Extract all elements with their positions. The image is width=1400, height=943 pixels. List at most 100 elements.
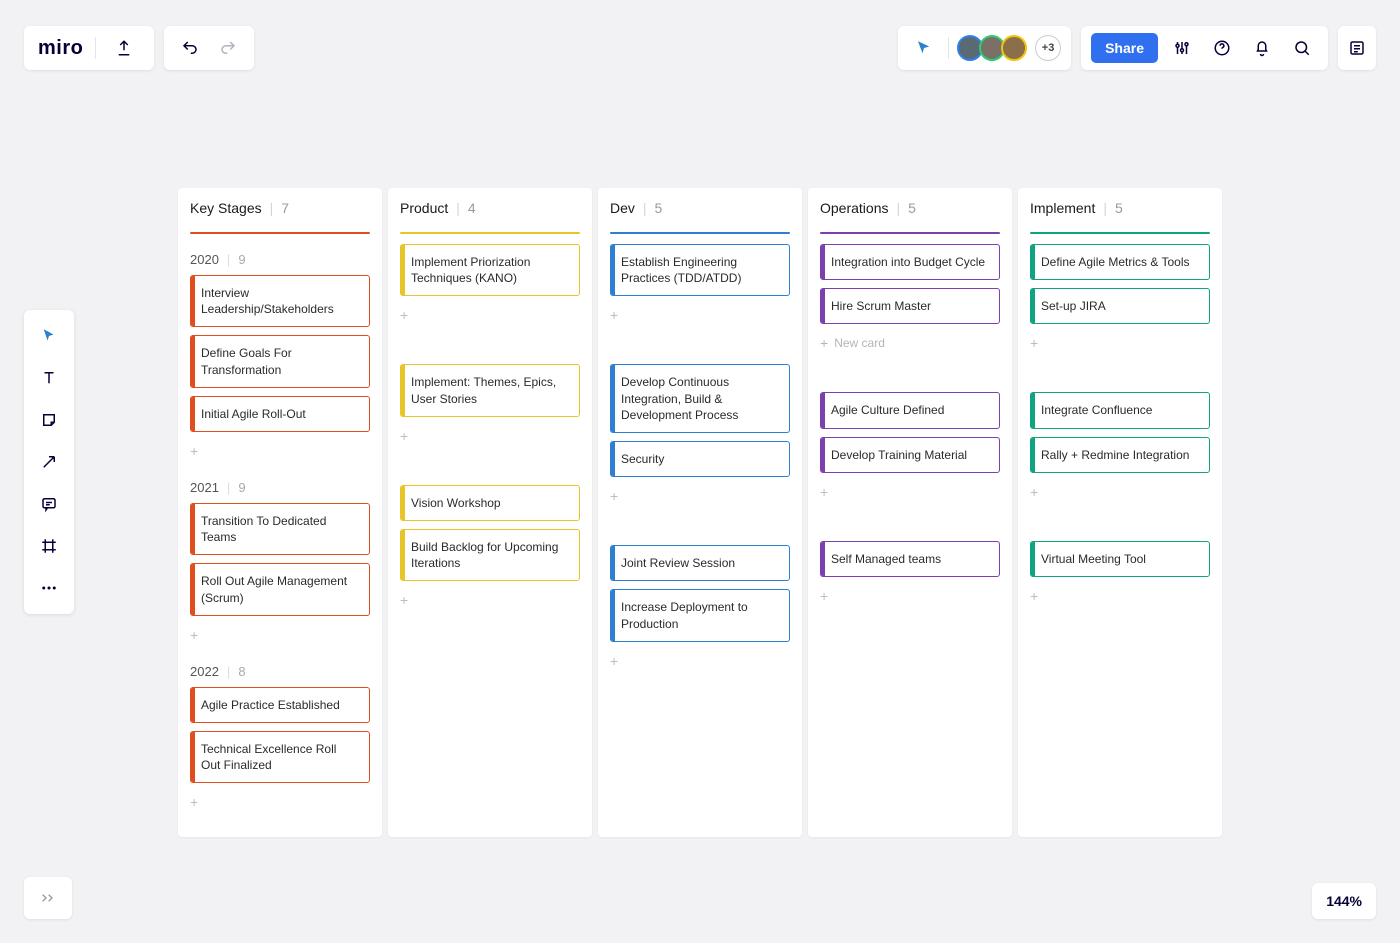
comment-tool-icon[interactable] (28, 486, 70, 522)
arrow-tool-icon[interactable] (28, 444, 70, 480)
share-button[interactable]: Share (1091, 33, 1158, 63)
plus-icon: + (610, 654, 618, 668)
top-left-toolbar: miro (24, 26, 254, 70)
column-header[interactable]: Key Stages|7 (190, 200, 370, 224)
notes-panel-toggle[interactable] (1338, 26, 1376, 70)
redo-icon[interactable] (212, 32, 244, 64)
export-icon[interactable] (108, 32, 140, 64)
add-card-button[interactable]: + (400, 425, 580, 447)
more-users-badge[interactable]: +3 (1035, 35, 1061, 61)
text-tool-icon[interactable] (28, 360, 70, 396)
kanban-card[interactable]: Security (610, 441, 790, 477)
kanban-card[interactable]: Interview Leadership/Stakeholders (190, 275, 370, 327)
kanban-card[interactable]: Develop Continuous Integration, Build & … (610, 364, 790, 433)
column-header[interactable]: Product|4 (400, 200, 580, 224)
settings-icon[interactable] (1166, 32, 1198, 64)
kanban-card[interactable]: Vision Workshop (400, 485, 580, 521)
add-card-button[interactable]: + (190, 624, 370, 646)
search-icon[interactable] (1286, 32, 1318, 64)
kanban-card[interactable]: Roll Out Agile Management (Scrum) (190, 563, 370, 615)
history-box (164, 26, 254, 70)
add-card-button[interactable]: + (1030, 481, 1210, 503)
column-header[interactable]: Operations|5 (820, 200, 1000, 224)
undo-icon[interactable] (174, 32, 206, 64)
kanban-card[interactable]: Self Managed teams (820, 541, 1000, 577)
cursor-presence-icon[interactable] (908, 32, 940, 64)
top-right-toolbar: +3 Share (898, 26, 1376, 70)
kanban-column: Dev|5 Establish Engineering Practices (TD… (598, 188, 802, 837)
side-toolbar (24, 310, 74, 614)
logo-box: miro (24, 26, 154, 70)
add-card-button[interactable]: + (400, 304, 580, 326)
add-card-button[interactable]: + (190, 440, 370, 462)
column-count: 4 (468, 200, 476, 216)
column-underline (820, 232, 1000, 234)
actions-box: Share (1081, 26, 1328, 70)
column-underline (400, 232, 580, 234)
column-title: Product (400, 200, 448, 216)
column-count: 7 (281, 200, 289, 216)
kanban-card[interactable]: Establish Engineering Practices (TDD/ATD… (610, 244, 790, 296)
kanban-card[interactable]: Set-up JIRA (1030, 288, 1210, 324)
add-card-button[interactable]: + (1030, 585, 1210, 607)
add-card-button[interactable]: + New card (820, 332, 1000, 354)
divider (948, 37, 949, 59)
add-card-button[interactable]: + (190, 791, 370, 813)
select-tool-icon[interactable] (28, 318, 70, 354)
more-tools-icon[interactable] (28, 570, 70, 606)
add-card-button[interactable]: + (610, 650, 790, 672)
plus-icon: + (610, 489, 618, 503)
kanban-card[interactable]: Build Backlog for Upcoming Iterations (400, 529, 580, 581)
row-year: 2020 (190, 252, 219, 267)
zoom-level[interactable]: 144% (1312, 883, 1376, 919)
plus-icon: + (190, 444, 198, 458)
column-title: Implement (1030, 200, 1095, 216)
collapse-panel-icon[interactable] (24, 877, 72, 919)
add-card-button[interactable]: + (610, 304, 790, 326)
brand-logo[interactable]: miro (38, 37, 83, 60)
kanban-card[interactable]: Virtual Meeting Tool (1030, 541, 1210, 577)
kanban-column: Product|4 Implement Priorization Techniqu… (388, 188, 592, 837)
plus-icon: + (400, 593, 408, 607)
kanban-card[interactable]: Transition To Dedicated Teams (190, 503, 370, 555)
frame-tool-icon[interactable] (28, 528, 70, 564)
kanban-card[interactable]: Joint Review Session (610, 545, 790, 581)
kanban-card[interactable]: Implement Priorization Techniques (KANO) (400, 244, 580, 296)
plus-icon: + (820, 485, 828, 499)
kanban-card[interactable]: Define Goals For Transformation (190, 335, 370, 387)
kanban-card[interactable]: Initial Agile Roll-Out (190, 396, 370, 432)
row-label: 2021|9 (190, 480, 370, 495)
add-card-button[interactable]: + (820, 481, 1000, 503)
kanban-card[interactable]: Implement: Themes, Epics, User Stories (400, 364, 580, 416)
add-card-button[interactable]: + (400, 589, 580, 611)
add-card-button[interactable]: + (1030, 332, 1210, 354)
add-card-button[interactable]: + (820, 585, 1000, 607)
kanban-card[interactable]: Define Agile Metrics & Tools (1030, 244, 1210, 280)
kanban-card[interactable]: Agile Culture Defined (820, 392, 1000, 428)
plus-icon: + (1030, 336, 1038, 350)
row-label: 2020|9 (190, 252, 370, 267)
plus-icon: + (190, 628, 198, 642)
bell-icon[interactable] (1246, 32, 1278, 64)
add-card-button[interactable]: + (610, 485, 790, 507)
avatar[interactable] (1001, 35, 1027, 61)
sticky-note-tool-icon[interactable] (28, 402, 70, 438)
kanban-card[interactable]: Rally + Redmine Integration (1030, 437, 1210, 473)
add-card-label: New card (834, 336, 885, 350)
kanban-card[interactable]: Technical Excellence Roll Out Finalized (190, 731, 370, 783)
kanban-column: Operations|5 Integration into Budget Cycl… (808, 188, 1012, 837)
column-header[interactable]: Implement|5 (1030, 200, 1210, 224)
kanban-card[interactable]: Hire Scrum Master (820, 288, 1000, 324)
kanban-card[interactable]: Agile Practice Established (190, 687, 370, 723)
kanban-card[interactable]: Increase Deployment to Production (610, 589, 790, 641)
column-title: Operations (820, 200, 888, 216)
column-header[interactable]: Dev|5 (610, 200, 790, 224)
kanban-card[interactable]: Integrate Confluence (1030, 392, 1210, 428)
column-title: Dev (610, 200, 635, 216)
column-title: Key Stages (190, 200, 262, 216)
help-icon[interactable] (1206, 32, 1238, 64)
kanban-card[interactable]: Develop Training Material (820, 437, 1000, 473)
kanban-card[interactable]: Integration into Budget Cycle (820, 244, 1000, 280)
divider (95, 37, 96, 59)
plus-icon: + (820, 336, 828, 350)
